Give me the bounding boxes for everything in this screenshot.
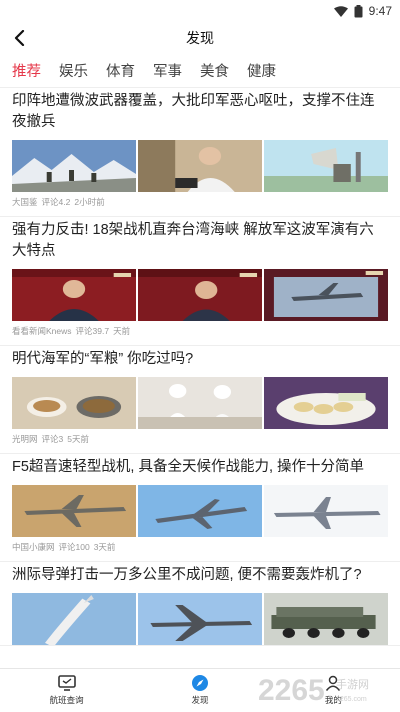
category-tabs: 推荐 娱乐 体育 军事 美食 健康 — [0, 54, 400, 88]
thumbnail-speaker-man — [138, 140, 262, 192]
tab-food[interactable]: 美食 — [200, 60, 229, 81]
news-meta: 看看新闻Knews 评论39.7 天前 — [12, 321, 388, 345]
news-meta: 中国小康网 评论100 3天前 — [12, 537, 388, 561]
news-title: F5超音速轻型战机, 具备全天候作战能力, 操作十分简单 — [12, 459, 365, 475]
thumbnail-mountain-soldiers — [12, 140, 136, 192]
news-feed[interactable]: 印阵地遭微波武器覆盖，大批印军恶心呕吐，支撑不住连夜撤兵 大国鉴 评论4.2 2… — [0, 88, 400, 668]
news-title: 洲际导弹打击一万多公里不成问题, 便不需要轰炸机了? — [12, 567, 362, 583]
nav-label: 我的 — [324, 695, 342, 705]
chevron-left-icon — [14, 30, 25, 46]
thumbnail-jet-white — [264, 485, 388, 537]
news-comments: 评论100 — [58, 542, 90, 552]
nav-profile[interactable]: 我的 — [267, 669, 400, 712]
news-item[interactable]: 强有力反击! 18架战机直奔台湾海峡 解放军这波军演有六大特点 看看新闻Knew… — [0, 217, 400, 346]
nav-discover[interactable]: 发现 — [133, 669, 266, 712]
news-comments: 评论3 — [41, 434, 64, 444]
news-title: 强有力反击! 18架战机直奔台湾海峡 解放军这波军演有六大特点 — [12, 222, 374, 259]
news-item[interactable]: 明代海军的“军粮” 你吃过吗? 光明网 评论3 5天前 — [0, 346, 400, 454]
news-item[interactable]: 印阵地遭微波武器覆盖，大批印军恶心呕吐，支撑不住连夜撤兵 大国鉴 评论4.2 2… — [0, 88, 400, 217]
news-time: 3天前 — [93, 542, 116, 552]
thumbnail-aircraft-screen — [264, 269, 388, 321]
news-meta: 光明网 评论3 5天前 — [12, 429, 388, 453]
status-bar: 9:47 — [0, 0, 400, 22]
news-source: 看看新闻Knews — [12, 326, 72, 336]
nav-label: 发现 — [191, 695, 209, 705]
tab-health[interactable]: 健康 — [247, 60, 276, 81]
thumbnail-tv-host — [12, 269, 136, 321]
nav-flight-search[interactable]: 航班查询 — [0, 669, 133, 712]
news-time: 2小时前 — [74, 197, 105, 207]
news-source: 大国鉴 — [12, 197, 38, 207]
tab-recommend[interactable]: 推荐 — [12, 60, 41, 81]
tab-sports[interactable]: 体育 — [106, 60, 135, 81]
title-bar: 发现 — [0, 22, 400, 54]
tab-military[interactable]: 军事 — [153, 60, 182, 81]
news-thumbnails — [12, 593, 388, 645]
thumbnail-radar-device — [264, 140, 388, 192]
news-thumbnails — [12, 485, 388, 537]
news-time: 5天前 — [67, 434, 89, 444]
thumbnail-food-bowls — [12, 377, 136, 429]
thumbnail-jet-sky — [138, 485, 262, 537]
news-item[interactable]: F5超音速轻型战机, 具备全天候作战能力, 操作十分简单 中国小康网 评论100… — [0, 454, 400, 562]
news-title: 印阵地遭微波武器覆盖，大批印军恶心呕吐，支撑不住连夜撤兵 — [12, 93, 375, 130]
news-item[interactable]: 洲际导弹打击一万多公里不成问题, 便不需要轰炸机了? — [0, 562, 400, 646]
battery-icon — [354, 4, 363, 17]
news-thumbnails — [12, 140, 388, 192]
news-source: 光明网 — [12, 434, 38, 444]
user-icon — [326, 675, 341, 691]
thumbnail-missile-launch — [12, 593, 136, 645]
page-title: 发现 — [186, 30, 214, 46]
thumbnail-dumplings — [264, 377, 388, 429]
news-comments: 评论4.2 — [41, 197, 71, 207]
news-title: 明代海军的“军粮” 你吃过吗? — [12, 351, 194, 367]
thumbnail-tv-host-2 — [138, 269, 262, 321]
monitor-icon — [57, 675, 76, 691]
back-button[interactable] — [8, 26, 32, 50]
tab-entertainment[interactable]: 娱乐 — [59, 60, 88, 81]
news-meta: 大国鉴 评论4.2 2小时前 — [12, 192, 388, 216]
nav-label: 航班查询 — [49, 695, 84, 705]
thumbnail-chefs — [138, 377, 262, 429]
wifi-icon — [333, 5, 348, 17]
news-thumbnails — [12, 269, 388, 321]
compass-icon — [191, 675, 208, 691]
news-thumbnails — [12, 377, 388, 429]
status-time: 9:47 — [368, 4, 392, 18]
thumbnail-jet-desert — [12, 485, 136, 537]
news-time: 天前 — [113, 326, 131, 336]
thumbnail-missile-truck — [264, 593, 388, 645]
news-source: 中国小康网 — [12, 542, 55, 552]
bottom-nav: 航班查询 发现 我的 — [0, 668, 400, 712]
news-comments: 评论39.7 — [75, 326, 110, 336]
thumbnail-bomber — [138, 593, 262, 645]
